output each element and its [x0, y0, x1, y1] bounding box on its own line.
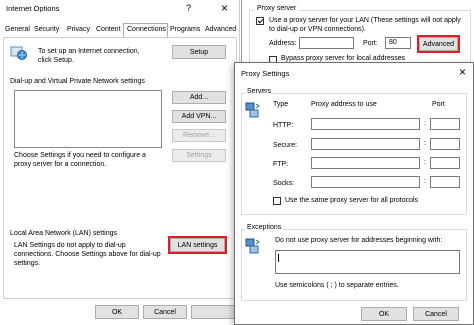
- address-field[interactable]: [299, 37, 354, 49]
- semicolons-hint: Use semicolons ( ; ) to separate entries…: [275, 282, 399, 289]
- text-cursor: [278, 254, 279, 262]
- tab-connections-label: Connections: [127, 26, 166, 33]
- ftp-colon: :: [424, 159, 426, 166]
- internet-options-window: Internet Options ? × General Security Pr…: [0, 0, 240, 325]
- help-icon[interactable]: ?: [186, 3, 191, 13]
- port-label: Port:: [363, 40, 378, 47]
- proxy-settings-title: Proxy Settings: [241, 69, 290, 78]
- window-title: Internet Options: [6, 4, 60, 13]
- settings-button[interactable]: Settings: [172, 149, 226, 162]
- lan-settings-button[interactable]: LAN settings: [168, 236, 227, 254]
- exceptions-label: Do not use proxy server for addresses be…: [275, 237, 443, 244]
- port-field[interactable]: 80: [385, 37, 411, 49]
- close-icon[interactable]: ×: [221, 1, 228, 15]
- apply-button[interactable]: [191, 305, 235, 319]
- secure-label: Secure:: [273, 142, 298, 149]
- socks-label: Socks:: [273, 180, 295, 187]
- secure-address-field[interactable]: [311, 138, 420, 150]
- ftp-address-field[interactable]: [311, 157, 420, 169]
- setup-button[interactable]: Setup: [172, 45, 226, 59]
- tab-general[interactable]: General: [5, 26, 30, 33]
- socks-address-field[interactable]: [311, 176, 420, 188]
- http-colon: :: [424, 120, 426, 127]
- proxy-server-group-label: Proxy server: [255, 5, 299, 12]
- servers-icon: [245, 101, 261, 119]
- same-proxy-label: Use the same proxy server for all protoc…: [285, 197, 419, 204]
- ok-button[interactable]: OK: [95, 305, 139, 319]
- remove-button[interactable]: Remove...: [172, 129, 226, 142]
- dialup-heading: Dial-up and Virtual Private Network sett…: [10, 78, 145, 85]
- add-vpn-button[interactable]: Add VPN...: [172, 110, 226, 123]
- http-label: HTTP:: [273, 122, 294, 129]
- tab-connections[interactable]: Connections: [123, 23, 168, 37]
- connections-listbox[interactable]: [14, 90, 162, 148]
- address-label: Address:: [269, 40, 297, 47]
- globe-icon: [10, 44, 27, 61]
- lan-description: LAN Settings do not apply to dial-up con…: [14, 242, 161, 267]
- http-address-field[interactable]: [311, 118, 420, 130]
- servers-group-label: Servers: [245, 88, 274, 95]
- tab-security[interactable]: Security: [34, 26, 59, 33]
- ftp-label: FTP:: [273, 161, 289, 168]
- same-proxy-checkbox[interactable]: [273, 197, 281, 205]
- add-button[interactable]: Add...: [172, 91, 226, 104]
- col-port-header: Port: [432, 101, 445, 108]
- col-type-header: Type: [273, 101, 289, 108]
- tab-advanced[interactable]: Advanced: [205, 26, 236, 33]
- use-proxy-label: Use a proxy server for your LAN (These s…: [269, 17, 461, 33]
- proxy-close-icon[interactable]: ×: [459, 65, 466, 79]
- ftp-port-field[interactable]: [430, 157, 460, 169]
- cancel-button[interactable]: Cancel: [143, 305, 187, 319]
- settings-hint: Choose Settings if you need to configure…: [14, 152, 146, 168]
- advanced-button[interactable]: Advanced: [417, 35, 460, 53]
- exceptions-textarea[interactable]: [275, 250, 460, 274]
- col-address-header: Proxy address to use: [311, 101, 377, 108]
- bypass-label: Bypass proxy server for local addresses: [281, 55, 406, 62]
- port-value: 80: [389, 39, 397, 46]
- tab-programs[interactable]: Programs: [170, 26, 200, 33]
- use-proxy-checkbox[interactable]: [256, 17, 264, 25]
- proxy-ok-button[interactable]: OK: [361, 307, 407, 321]
- socks-port-field[interactable]: [430, 176, 460, 188]
- secure-port-field[interactable]: [430, 138, 460, 150]
- proxy-settings-window: Proxy Settings × Servers Type Proxy addr…: [234, 62, 474, 325]
- socks-colon: :: [424, 178, 426, 185]
- tab-privacy[interactable]: Privacy: [67, 26, 90, 33]
- http-port-field[interactable]: [430, 118, 460, 130]
- secure-colon: :: [424, 140, 426, 147]
- tab-strip: General Security Privacy Content Connect…: [3, 23, 237, 37]
- lan-heading: Local Area Network (LAN) settings: [10, 230, 117, 237]
- tab-content[interactable]: Content: [96, 26, 121, 33]
- exceptions-icon: [245, 237, 261, 255]
- proxy-cancel-button[interactable]: Cancel: [413, 307, 459, 321]
- setup-description: To set up an Internet connection, click …: [38, 48, 140, 64]
- exceptions-group-label: Exceptions: [245, 224, 284, 231]
